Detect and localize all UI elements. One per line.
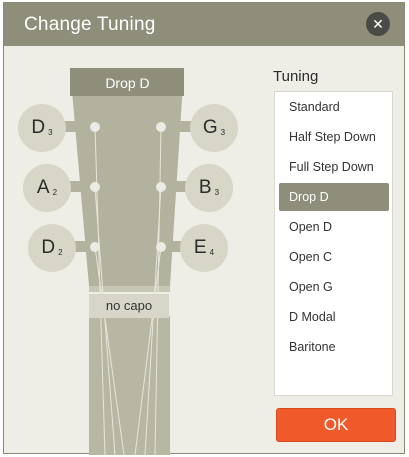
tuning-option[interactable]: Open G <box>279 273 389 301</box>
tuner-note: B <box>198 177 212 198</box>
tuner-note: G <box>202 117 218 138</box>
tuner-octave: 3 <box>214 188 220 197</box>
tuner-a2[interactable]: A2 <box>23 164 71 212</box>
tuner-octave: 2 <box>58 248 63 257</box>
tuner-b3[interactable]: B3 <box>185 164 233 212</box>
peg-g3 <box>156 122 166 132</box>
tuning-option[interactable]: Open D <box>279 213 389 241</box>
ok-button[interactable]: OK <box>276 408 396 442</box>
headstock-tuning-label: Drop D <box>105 75 150 91</box>
peg-a2 <box>90 182 100 192</box>
change-tuning-dialog: Change Tuning ✕ Drop D D 3 A 2 D 2 G 3 B… <box>3 2 405 455</box>
tuner-note: D <box>31 117 46 138</box>
close-button[interactable]: ✕ <box>366 12 390 36</box>
peg-d2 <box>90 242 100 252</box>
peg-d3 <box>90 122 100 132</box>
tuning-heading: Tuning <box>273 68 319 85</box>
headstock-body <box>70 68 184 286</box>
capo-label[interactable]: no capo <box>89 294 169 318</box>
tuner-octave: 3 <box>220 128 226 137</box>
tuning-option[interactable]: Half Step Down <box>279 123 389 151</box>
title-bar: Change Tuning ✕ <box>4 3 404 46</box>
tuning-option[interactable]: D Modal <box>279 303 389 331</box>
tuning-option[interactable]: Full Step Down <box>279 153 389 181</box>
tuner-note: E <box>193 237 207 258</box>
tuner-g3[interactable]: G3 <box>190 104 238 152</box>
tuning-option-selected[interactable]: Drop D <box>279 183 389 211</box>
tuner-d2[interactable]: D2 <box>28 224 76 272</box>
peg-e4 <box>156 242 166 252</box>
tuner-e4[interactable]: E4 <box>180 224 228 272</box>
dialog-title: Change Tuning <box>24 14 156 35</box>
peg-b3 <box>156 182 166 192</box>
tuner-note: D <box>41 237 56 258</box>
tuning-option[interactable]: Open C <box>279 243 389 271</box>
tuner-octave: 3 <box>48 128 53 137</box>
close-icon: ✕ <box>372 16 384 32</box>
tuner-octave: 4 <box>209 248 215 257</box>
tuner-note: A <box>36 177 50 198</box>
tuning-option[interactable]: Standard <box>279 93 389 121</box>
tuner-octave: 2 <box>52 188 58 197</box>
tuning-list[interactable]: Standard Half Step Down Full Step Down D… <box>274 91 393 396</box>
tuner-d3[interactable]: D3 <box>18 104 66 152</box>
tuning-option[interactable]: Baritone <box>279 333 389 361</box>
